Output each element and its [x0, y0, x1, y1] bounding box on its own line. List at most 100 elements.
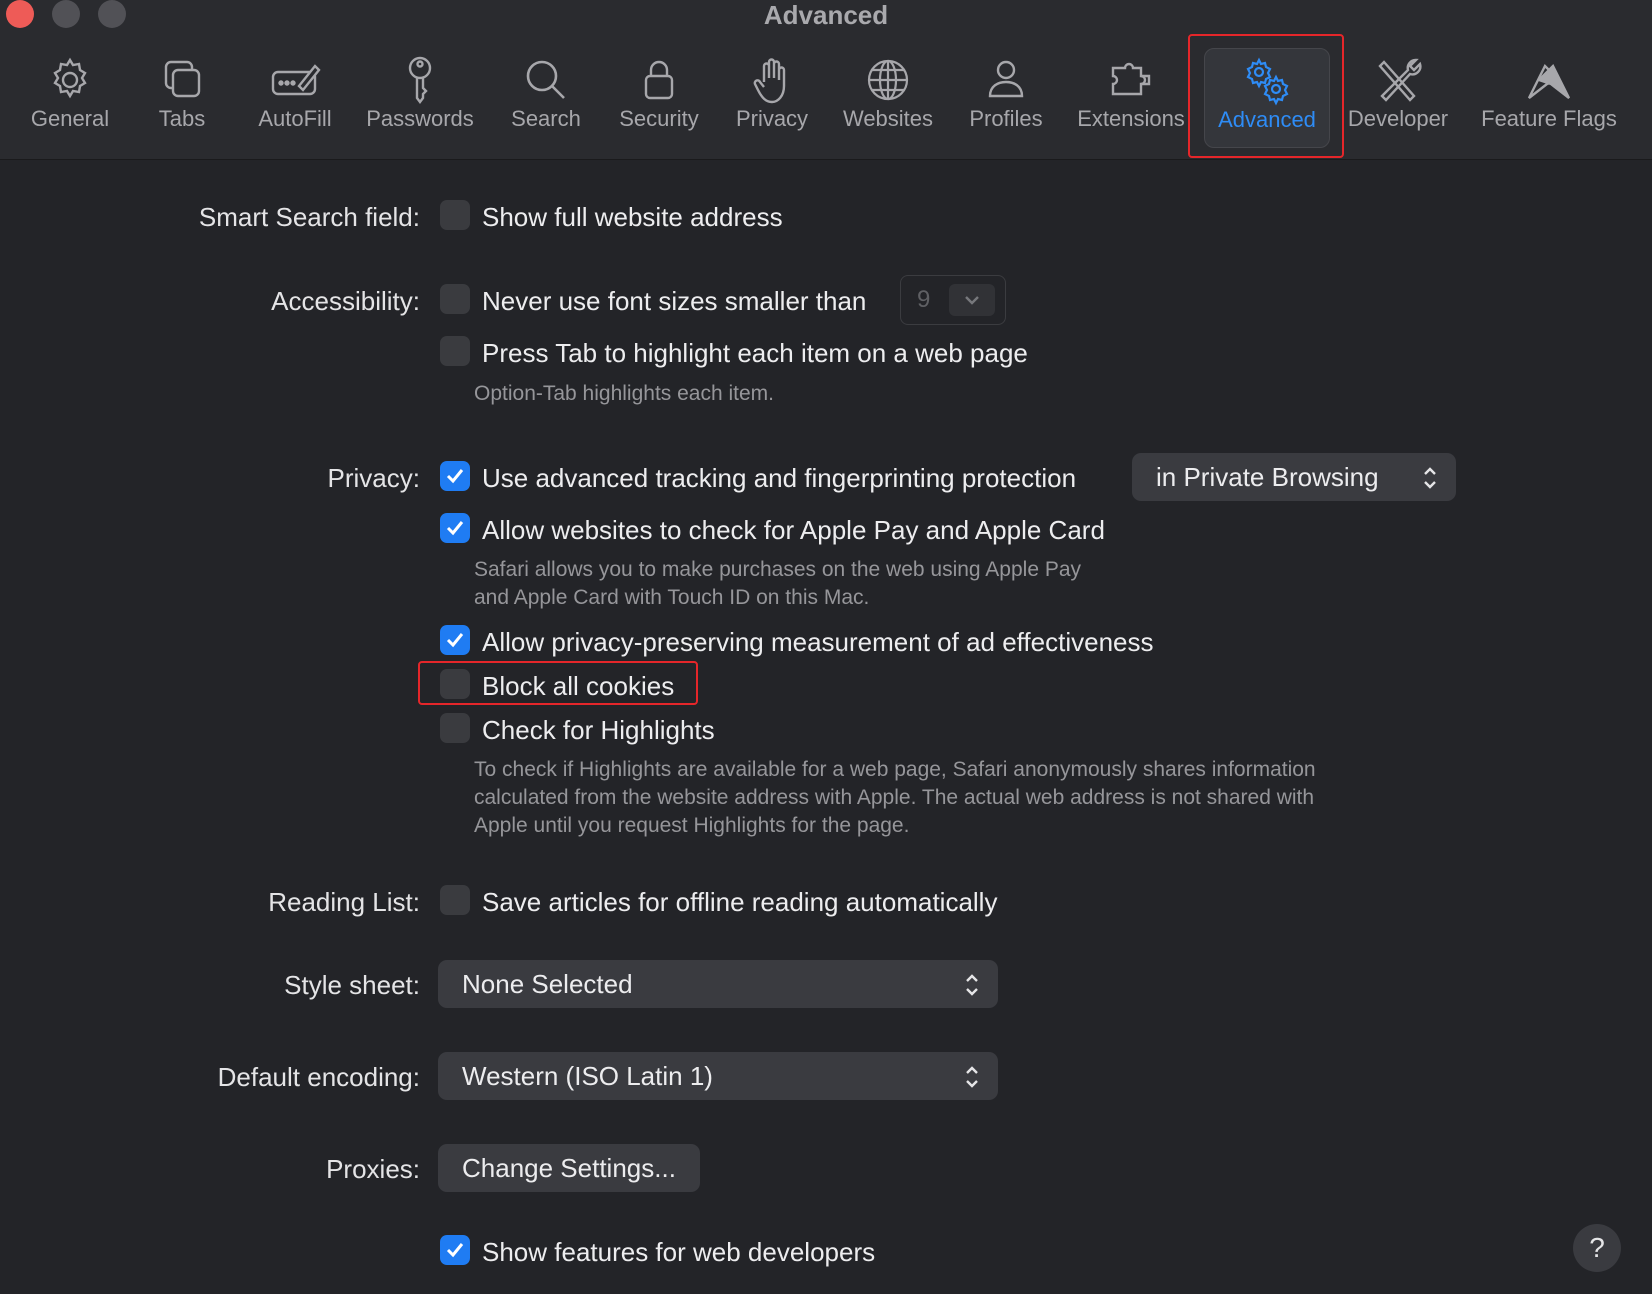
- proxies-label: Proxies:: [326, 1154, 420, 1184]
- puzzle-icon: [1105, 54, 1157, 106]
- style-sheet-value: None Selected: [462, 969, 633, 999]
- developer-row: Show features for web developers: [0, 1235, 1652, 1275]
- tracking-protection-select-value: in Private Browsing: [1156, 462, 1379, 492]
- tab-feature-flags-label: Feature Flags: [1481, 106, 1617, 131]
- tab-websites-label: Websites: [842, 106, 934, 131]
- style-sheet-select[interactable]: None Selected: [438, 960, 998, 1008]
- tab-passwords[interactable]: Passwords: [362, 48, 478, 148]
- tab-profiles-label: Profiles: [969, 106, 1043, 131]
- tools-icon: [1372, 54, 1424, 106]
- preferences-toolbar: General Tabs AutoFill Passwords Search S…: [0, 48, 1652, 148]
- checkmark-icon: [446, 469, 464, 484]
- tab-security-label: Security: [619, 106, 699, 131]
- highlights-help-line-3: Apple until you request Highlights for t…: [474, 814, 910, 837]
- reading-list-row: Reading List: Save articles for offline …: [0, 885, 1652, 925]
- change-settings-button[interactable]: Change Settings...: [438, 1144, 700, 1192]
- tracking-protection-select[interactable]: in Private Browsing: [1132, 453, 1456, 501]
- tab-search-label: Search: [511, 106, 581, 131]
- smart-search-row: Smart Search field: Show full website ad…: [0, 200, 1652, 240]
- min-font-size-text: Never use font sizes smaller than: [482, 286, 867, 316]
- highlights-checkbox[interactable]: [440, 713, 470, 743]
- help-button[interactable]: ?: [1573, 1224, 1621, 1272]
- apple-pay-text: Allow websites to check for Apple Pay an…: [482, 515, 1105, 545]
- min-font-size-value: 9: [917, 286, 931, 313]
- tab-general-label: General: [30, 106, 110, 131]
- apple-pay-row: Allow websites to check for Apple Pay an…: [0, 513, 1652, 553]
- tab-tabs-label: Tabs: [158, 106, 206, 131]
- block-cookies-row: Block all cookies: [0, 669, 1652, 709]
- apple-pay-help-line-1: Safari allows you to make purchases on t…: [474, 558, 1082, 581]
- reading-list-label: Reading List:: [268, 887, 420, 917]
- block-cookies-highlight: [418, 661, 698, 705]
- tab-profiles[interactable]: Profiles: [962, 48, 1050, 148]
- tab-autofill[interactable]: AutoFill: [250, 48, 340, 148]
- min-font-size-checkbox[interactable]: [440, 284, 470, 314]
- title-bar: Advanced General Tabs AutoFill Passwords…: [0, 0, 1652, 160]
- style-sheet-row: Style sheet: None Selected: [0, 960, 1652, 1008]
- person-icon: [980, 54, 1032, 106]
- updown-arrows-icon: [1424, 467, 1436, 489]
- gear-icon: [44, 54, 96, 106]
- developer-features-text: Show features for web developers: [482, 1237, 876, 1267]
- tab-feature-flags[interactable]: Feature Flags: [1474, 48, 1624, 148]
- save-offline-checkbox[interactable]: [440, 885, 470, 915]
- highlights-text: Check for Highlights: [482, 715, 715, 745]
- smart-search-label: Smart Search field:: [198, 202, 420, 232]
- checkmark-icon: [446, 633, 464, 648]
- search-icon: [520, 54, 572, 106]
- privacy-label: Privacy:: [327, 463, 420, 493]
- encoding-label: Default encoding:: [217, 1062, 420, 1092]
- proxies-row: Proxies: Change Settings...: [0, 1144, 1652, 1192]
- tab-security[interactable]: Security: [612, 48, 706, 148]
- tabs-icon: [156, 54, 208, 106]
- tab-general[interactable]: General: [22, 48, 118, 148]
- tab-privacy-label: Privacy: [735, 106, 809, 131]
- updown-arrows-icon: [966, 1066, 978, 1088]
- encoding-row: Default encoding: Western (ISO Latin 1): [0, 1052, 1652, 1100]
- press-tab-checkbox[interactable]: [440, 336, 470, 366]
- developer-features-checkbox[interactable]: [440, 1235, 470, 1265]
- window-title: Advanced: [763, 0, 889, 30]
- chevron-down-icon: [949, 284, 995, 316]
- show-full-address-checkbox[interactable]: [440, 200, 470, 230]
- checkmark-icon: [446, 521, 464, 536]
- tracking-protection-text: Use advanced tracking and fingerprinting…: [482, 463, 1077, 493]
- tab-developer[interactable]: Developer: [1346, 48, 1450, 148]
- tab-tabs[interactable]: Tabs: [140, 48, 224, 148]
- checkmark-icon: [446, 1243, 464, 1258]
- tab-privacy[interactable]: Privacy: [730, 48, 814, 148]
- tab-autofill-label: AutoFill: [258, 106, 332, 131]
- press-tab-row: Press Tab to highlight each item on a we…: [0, 336, 1652, 376]
- apple-pay-help-line-2: and Apple Card with Touch ID on this Mac…: [474, 586, 870, 609]
- tab-search[interactable]: Search: [506, 48, 586, 148]
- press-tab-text: Press Tab to highlight each item on a we…: [482, 338, 1028, 368]
- flags-icon: [1523, 54, 1575, 106]
- highlights-help-line-2: calculated from the website address with…: [474, 786, 1315, 809]
- ad-measurement-checkbox[interactable]: [440, 625, 470, 655]
- min-font-size-select[interactable]: 9: [900, 275, 1006, 325]
- save-offline-text: Save articles for offline reading automa…: [482, 887, 998, 917]
- accessibility-label: Accessibility:: [271, 286, 420, 316]
- updown-arrows-icon: [966, 974, 978, 996]
- tab-extensions[interactable]: Extensions: [1072, 48, 1190, 148]
- press-tab-help: Option-Tab highlights each item.: [474, 382, 774, 405]
- autofill-icon: [269, 54, 321, 106]
- apple-pay-checkbox[interactable]: [440, 513, 470, 543]
- tab-developer-label: Developer: [1347, 106, 1449, 131]
- ad-measurement-row: Allow privacy-preserving measurement of …: [0, 625, 1652, 665]
- encoding-select[interactable]: Western (ISO Latin 1): [438, 1052, 998, 1100]
- tab-extensions-label: Extensions: [1077, 106, 1185, 131]
- style-sheet-label: Style sheet:: [284, 970, 420, 1000]
- privacy-row: Privacy: Use advanced tracking and finge…: [0, 453, 1652, 501]
- ad-measurement-text: Allow privacy-preserving measurement of …: [482, 627, 1154, 657]
- key-icon: [394, 54, 446, 106]
- show-full-address-text: Show full website address: [482, 202, 783, 232]
- highlights-row: Check for Highlights: [0, 713, 1652, 753]
- tracking-protection-checkbox[interactable]: [440, 461, 470, 491]
- lock-icon: [633, 54, 685, 106]
- accessibility-row: Accessibility: Never use font sizes smal…: [0, 275, 1652, 325]
- globe-icon: [862, 54, 914, 106]
- tab-websites[interactable]: Websites: [838, 48, 938, 148]
- hand-icon: [746, 54, 798, 106]
- highlights-help-line-1: To check if Highlights are available for…: [474, 758, 1316, 781]
